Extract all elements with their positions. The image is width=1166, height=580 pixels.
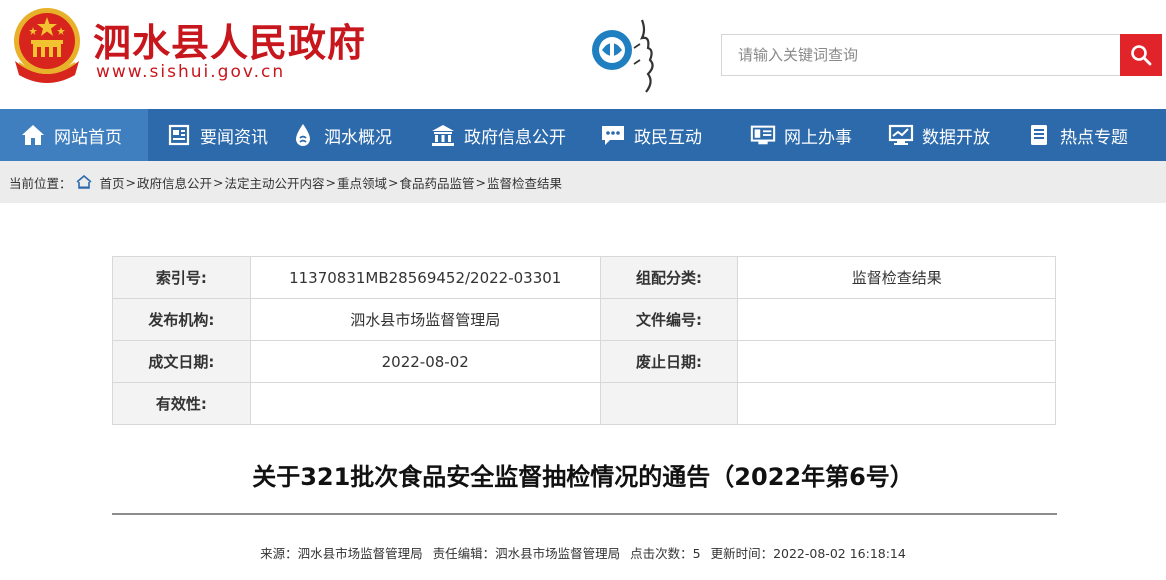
empty-cell bbox=[599, 382, 739, 425]
search-icon bbox=[1131, 45, 1152, 66]
breadcrumb-separator: > bbox=[388, 174, 399, 190]
search-box bbox=[721, 34, 1121, 76]
publisher-label: 发布机构: bbox=[112, 298, 251, 341]
breadcrumb-separator: > bbox=[475, 174, 487, 190]
article-editor: 责任编辑：泗水县市场监督管理局 bbox=[432, 546, 621, 561]
title-divider bbox=[112, 513, 1057, 515]
computer-service-icon bbox=[750, 122, 776, 148]
category-label: 组配分类: bbox=[599, 256, 739, 299]
index-value: 11370831MB28569452/2022-03301 bbox=[249, 256, 601, 299]
expiry-value bbox=[737, 340, 1056, 383]
breadcrumb-separator: > bbox=[213, 174, 224, 190]
nav-item-label: 热点专题 bbox=[1060, 127, 1128, 148]
article-source: 来源：泗水县市场监督管理局 bbox=[260, 546, 423, 561]
nav-item-label: 数据开放 bbox=[922, 127, 990, 148]
nav-item-label: 泗水概况 bbox=[324, 127, 392, 148]
chat-icon bbox=[600, 122, 626, 148]
nav-item-gov-info[interactable]: 政府信息公开 bbox=[428, 109, 600, 161]
table-row: 有效性: bbox=[112, 382, 1056, 425]
breadcrumb-separator: > bbox=[325, 174, 337, 190]
nav-item-home[interactable]: 网站首页 bbox=[0, 109, 148, 161]
breadcrumb-link-food-drug[interactable]: 食品药品监管 bbox=[400, 173, 475, 192]
empty-cell bbox=[737, 382, 1056, 425]
category-value: 监督检查结果 bbox=[737, 256, 1056, 299]
article-updated: 更新时间：2022-08-02 16:18:14 bbox=[710, 546, 906, 561]
breadcrumb-link-inspection[interactable]: 监督检查结果 bbox=[487, 173, 562, 192]
document-list-icon bbox=[1026, 122, 1052, 148]
home-icon[interactable] bbox=[75, 175, 92, 189]
search-input[interactable] bbox=[722, 35, 1120, 75]
nav-item-label: 政民互动 bbox=[634, 127, 702, 148]
table-row: 成文日期: 2022-08-02 废止日期: bbox=[112, 340, 1056, 383]
table-row: 索引号: 11370831MB28569452/2022-03301 组配分类:… bbox=[112, 256, 1056, 299]
article-meta: 来源：泗水县市场监督管理局 责任编辑：泗水县市场监督管理局 点击次数：5 更新时… bbox=[0, 543, 1166, 562]
article-clicks: 点击次数：5 bbox=[630, 546, 701, 561]
main-nav: 网站首页 要闻资讯 泗水概况 政府信息公开 政民互动 网上办事 数据开放 热点专… bbox=[0, 109, 1166, 161]
nav-item-overview[interactable]: 泗水概况 bbox=[288, 109, 428, 161]
expiry-label: 废止日期: bbox=[599, 340, 739, 383]
doc-no-label: 文件编号: bbox=[599, 298, 739, 341]
nav-item-interaction[interactable]: 政民互动 bbox=[600, 109, 738, 161]
validity-label: 有效性: bbox=[112, 382, 251, 425]
breadcrumb-separator: > bbox=[125, 174, 137, 190]
table-row: 发布机构: 泗水县市场监督管理局 文件编号: bbox=[112, 298, 1056, 341]
breadcrumb: 当前位置： 首页 > 政府信息公开 > 法定主动公开内容 > 重点领域 > 食品药品监管… bbox=[0, 161, 1166, 203]
government-building-icon bbox=[430, 122, 456, 148]
breadcrumb-link-key-areas[interactable]: 重点领域 bbox=[337, 173, 387, 192]
site-header: 泗水县人民政府 www.sishui.gov.cn bbox=[0, 0, 1166, 109]
data-screen-icon bbox=[888, 122, 914, 148]
nav-item-news[interactable]: 要闻资讯 bbox=[148, 109, 288, 161]
nav-item-label: 网站首页 bbox=[54, 127, 122, 148]
nav-item-open-data[interactable]: 数据开放 bbox=[880, 109, 1016, 161]
water-drop-icon bbox=[290, 122, 316, 148]
document-info-table: 索引号: 11370831MB28569452/2022-03301 组配分类:… bbox=[112, 256, 1056, 425]
national-emblem-icon[interactable] bbox=[9, 5, 85, 85]
news-icon bbox=[166, 122, 192, 148]
china-spring-town-logo bbox=[592, 19, 654, 93]
date-value: 2022-08-02 bbox=[249, 340, 601, 383]
date-label: 成文日期: bbox=[112, 340, 251, 383]
search-button[interactable] bbox=[1120, 34, 1162, 76]
nav-item-label: 网上办事 bbox=[784, 127, 852, 148]
breadcrumb-prefix: 当前位置： bbox=[9, 175, 72, 191]
nav-item-topics[interactable]: 热点专题 bbox=[1016, 109, 1166, 161]
doc-no-value bbox=[737, 298, 1056, 341]
breadcrumb-link-statutory[interactable]: 法定主动公开内容 bbox=[225, 173, 325, 192]
index-label: 索引号: bbox=[112, 256, 251, 299]
publisher-value: 泗水县市场监督管理局 bbox=[249, 298, 601, 341]
breadcrumb-link-home[interactable]: 首页 bbox=[100, 173, 125, 192]
article-title: 关于321批次食品安全监督抽检情况的通告（2022年第6号） bbox=[252, 463, 914, 491]
nav-item-online-service[interactable]: 网上办事 bbox=[738, 109, 880, 161]
nav-item-label: 要闻资讯 bbox=[200, 127, 268, 148]
home-icon bbox=[20, 122, 46, 148]
validity-value bbox=[249, 382, 601, 425]
site-title[interactable]: 泗水县人民政府 bbox=[93, 12, 366, 67]
breadcrumb-link-gov-info[interactable]: 政府信息公开 bbox=[137, 173, 212, 192]
site-url[interactable]: www.sishui.gov.cn bbox=[96, 62, 285, 82]
nav-item-label: 政府信息公开 bbox=[464, 127, 566, 148]
